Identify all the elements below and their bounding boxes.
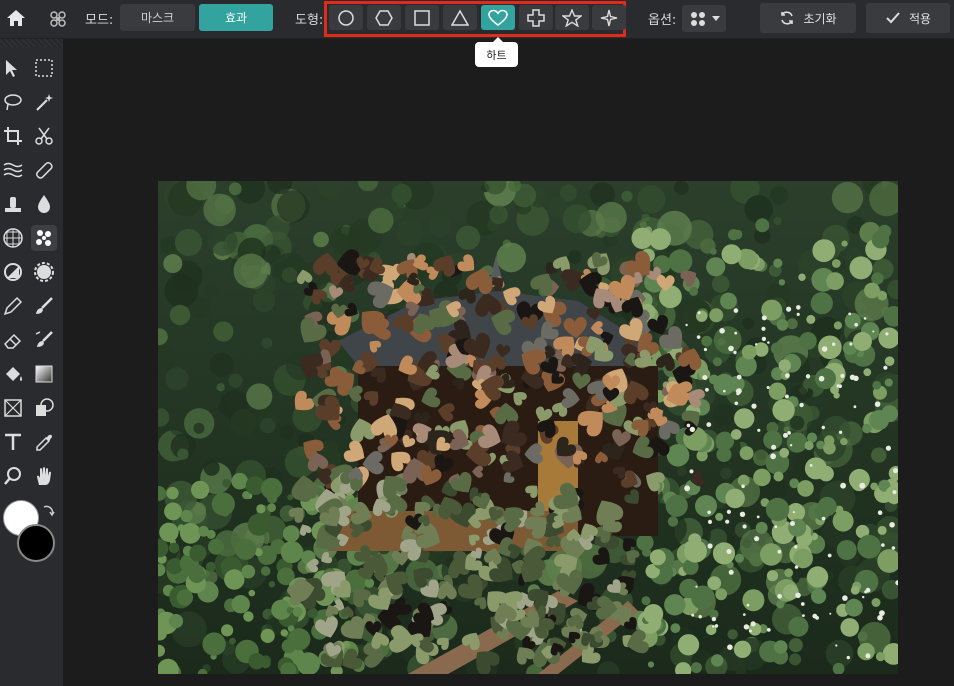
mode-mask-label: 마스크 — [140, 11, 175, 25]
crop-icon — [4, 127, 22, 145]
apply-label: 적용 — [908, 11, 932, 26]
grid-filter-icon — [3, 228, 23, 248]
current-tool-scatter-icon — [44, 5, 72, 33]
shape-label: 도형: — [295, 13, 324, 28]
hand-icon — [37, 467, 51, 485]
tool-magic-wand[interactable] — [31, 89, 57, 115]
pen-icon — [3, 296, 23, 316]
tool-hand[interactable] — [31, 463, 57, 489]
tool-sponge[interactable] — [31, 259, 57, 285]
tool-healing-bandage[interactable] — [31, 157, 57, 183]
pattern-dots-icon — [691, 11, 705, 26]
tool-gradient[interactable] — [31, 361, 57, 387]
shape-triangle-button[interactable] — [443, 5, 477, 30]
sponge-icon — [34, 262, 54, 282]
tool-blur-drop[interactable] — [31, 191, 57, 217]
text-icon — [5, 433, 21, 450]
tool-marquee-select[interactable] — [31, 55, 57, 81]
mode-mask-button[interactable]: 마스크 — [120, 4, 195, 31]
shape-hexagon-button[interactable] — [367, 5, 401, 30]
tool-eraser[interactable] — [0, 327, 26, 353]
tool-zoom[interactable] — [0, 463, 26, 489]
options-label: 옵션: — [648, 13, 677, 28]
triangle-icon — [451, 8, 469, 26]
tool-select-arrow[interactable] — [0, 55, 26, 81]
apply-button[interactable]: 적용 — [866, 3, 950, 33]
shape-tool-icon — [36, 398, 54, 416]
tool-dodge-burn[interactable] — [0, 259, 26, 285]
reset-label: 초기화 — [803, 11, 837, 26]
canvas-photo[interactable] — [158, 181, 898, 674]
shape-heart-button[interactable] — [481, 5, 515, 30]
tool-scatter-effect[interactable] — [31, 225, 57, 251]
tool-clone-stamp[interactable] — [0, 191, 26, 217]
tool-text[interactable] — [0, 429, 26, 455]
shape-sparkle-button[interactable] — [592, 5, 626, 30]
tool-eyedropper[interactable] — [31, 429, 57, 455]
star-icon — [562, 8, 582, 27]
home-button[interactable] — [2, 4, 30, 32]
tool-paint-bucket[interactable] — [0, 361, 26, 387]
scatter-effect-icon — [36, 230, 51, 246]
heart-icon — [488, 9, 508, 26]
tool-grid-filter[interactable] — [0, 225, 26, 251]
options-dropdown[interactable] — [682, 5, 726, 32]
paint-bucket-icon — [6, 367, 22, 381]
tool-color-replace[interactable] — [31, 327, 57, 353]
chevron-down-icon — [712, 15, 720, 21]
cross-icon — [527, 8, 545, 27]
hexagon-icon — [375, 9, 393, 26]
home-icon — [7, 10, 25, 26]
frame-icon — [4, 399, 22, 417]
gradient-icon — [35, 365, 53, 383]
eyedropper-icon — [36, 434, 52, 451]
brush-icon — [36, 297, 53, 314]
mode-label: 모드: — [85, 13, 114, 28]
reset-button[interactable]: 초기화 — [760, 3, 856, 33]
shape-tooltip: 하트 — [475, 37, 518, 67]
color-replace-icon — [35, 331, 53, 347]
lasso-icon — [4, 94, 22, 111]
magic-wand-icon — [36, 94, 53, 111]
circle-icon — [338, 9, 354, 26]
square-icon — [414, 9, 430, 26]
tool-liquify[interactable] — [0, 157, 26, 183]
tool-scissors[interactable] — [31, 123, 57, 149]
background-color-swatch[interactable] — [17, 524, 55, 562]
tool-frame[interactable] — [0, 395, 26, 421]
shape-square-button[interactable] — [405, 5, 439, 30]
healing-bandage-icon — [36, 162, 53, 179]
tool-brush[interactable] — [31, 293, 57, 319]
marquee-select-icon — [35, 59, 53, 77]
tool-pen[interactable] — [0, 293, 26, 319]
sidebar-grip[interactable] — [0, 39, 63, 47]
eraser-icon — [4, 333, 22, 349]
dodge-burn-icon — [4, 263, 22, 281]
liquify-icon — [3, 162, 23, 178]
shape-star-button[interactable] — [555, 5, 589, 30]
pavilion-forest-image — [158, 181, 898, 674]
shape-cross-button[interactable] — [519, 5, 553, 30]
scissors-icon — [35, 127, 53, 145]
sparkle-icon — [600, 9, 618, 26]
swap-arrow-icon — [43, 505, 55, 517]
mode-effect-button[interactable]: 효과 — [199, 4, 273, 31]
blur-drop-icon — [38, 195, 50, 213]
check-icon — [886, 12, 900, 24]
tool-shape-tool[interactable] — [31, 395, 57, 421]
refresh-icon — [781, 11, 794, 25]
select-arrow-icon — [6, 60, 17, 77]
tool-crop[interactable] — [0, 123, 26, 149]
clone-stamp-icon — [5, 197, 21, 212]
mode-effect-label: 효과 — [224, 11, 248, 25]
top-toolbar: 모드: 마스크 효과 도형: 옵션: 초기화 적용 — [0, 0, 954, 39]
swap-colors-button[interactable] — [41, 504, 55, 524]
zoom-icon — [4, 467, 21, 485]
tool-lasso[interactable] — [0, 89, 26, 115]
shape-circle-button[interactable] — [329, 5, 363, 30]
